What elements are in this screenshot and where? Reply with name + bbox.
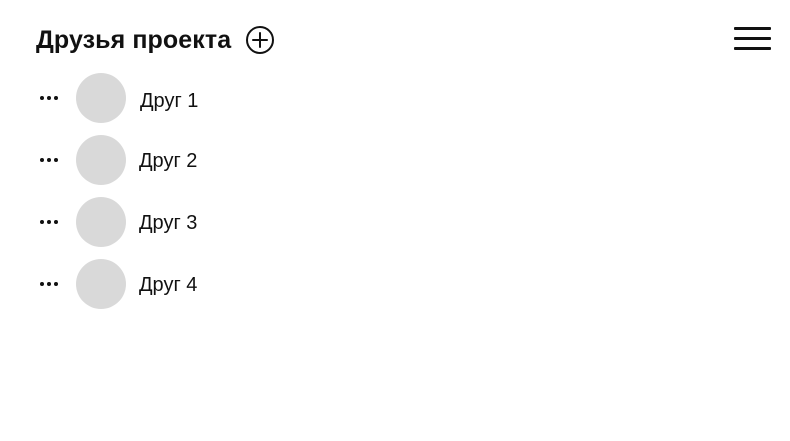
friend-actions-button[interactable] <box>39 277 61 287</box>
avatar <box>76 73 126 123</box>
avatar <box>76 197 126 247</box>
friend-name: Друг 3 <box>139 212 198 234</box>
friend-actions-button[interactable] <box>39 91 61 101</box>
friend-name: Друг 4 <box>139 274 198 296</box>
project-friends-page: Друзья проекта Друг 1 Друг 2 Друг 3 Друг… <box>0 0 790 441</box>
friend-actions-button[interactable] <box>39 215 61 225</box>
friend-list-item: Друг 2 <box>39 135 299 185</box>
avatar <box>76 259 126 309</box>
more-horizontal-icon <box>39 215 61 230</box>
page-title: Друзья проекта <box>36 25 232 54</box>
friend-name: Друг 2 <box>139 150 198 172</box>
circle-plus-icon <box>245 25 275 58</box>
menu-button[interactable] <box>732 25 772 53</box>
hamburger-menu-icon <box>732 27 772 56</box>
more-horizontal-icon <box>39 91 61 106</box>
page-header: Друзья проекта <box>36 24 275 56</box>
friend-list-item: Друг 4 <box>39 259 299 309</box>
more-horizontal-icon <box>39 153 61 168</box>
friend-actions-button[interactable] <box>39 153 61 163</box>
more-horizontal-icon <box>39 277 61 292</box>
friend-list-item: Друг 1 <box>39 73 299 123</box>
friends-list: Друг 1 Друг 2 Друг 3 Друг 4 <box>39 73 299 321</box>
friend-list-item: Друг 3 <box>39 197 299 247</box>
friend-name: Друг 1 <box>140 90 199 112</box>
add-friend-button[interactable] <box>245 25 275 58</box>
avatar <box>76 135 126 185</box>
